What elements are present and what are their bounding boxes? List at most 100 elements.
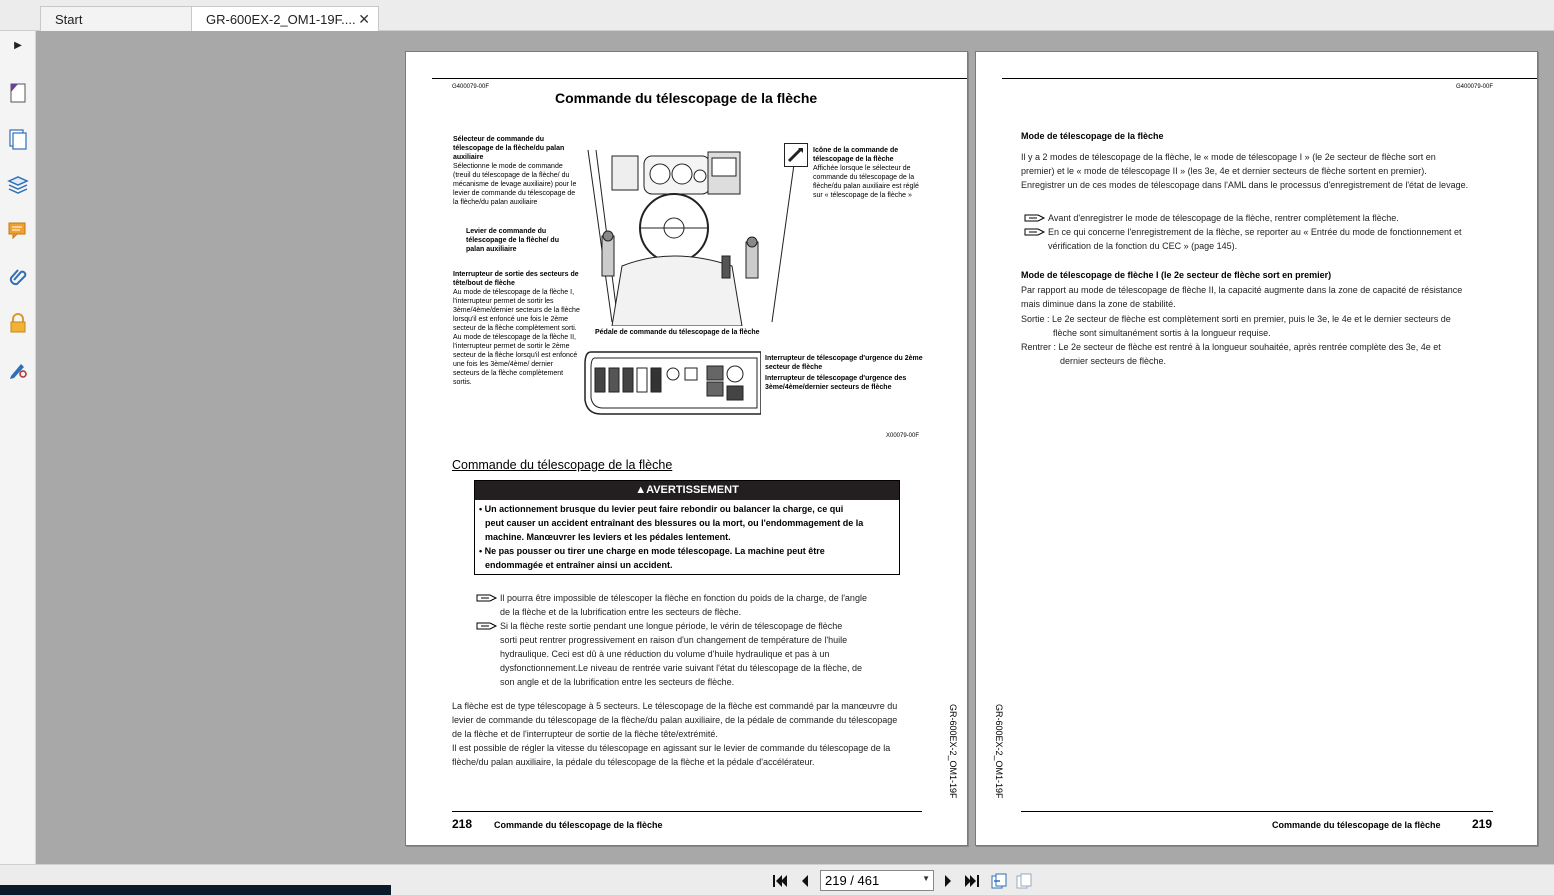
body-line: Il y a 2 modes de télescopage de la flèc… — [1021, 152, 1436, 162]
pointing-hand-icon — [476, 622, 498, 630]
warning-title: AVERTISSEMENT — [646, 484, 739, 496]
warning-line: • Ne pas pousser ou tirer une charge en … — [479, 546, 825, 556]
side-doc-code: GR-600EX-2_OM1-19F — [994, 704, 1004, 799]
body-line: Sortie : Le 2e secteur de flèche est com… — [1021, 314, 1451, 324]
callout-title: Interrupteur de sortie des secteurs de t… — [453, 271, 579, 287]
figure-code: X00079-00F — [886, 433, 920, 439]
body-line: Rentrer : Le 2e secteur de flèche est re… — [1021, 342, 1441, 352]
first-page-button[interactable] — [770, 872, 790, 890]
callout-title: Interrupteur de télescopage d'urgence de… — [765, 375, 907, 391]
callout-title: Pédale de commande du télescopage de la … — [595, 329, 760, 336]
previous-view-icon[interactable] — [989, 872, 1009, 890]
warning-line: • Un actionnement brusque du levier peut… — [479, 504, 844, 514]
body-line: Par rapport au mode de télescopage de fl… — [1021, 285, 1463, 295]
body-line: mais diminue dans la zone de stabilité. — [1021, 299, 1176, 309]
note-line: Avant d'enregistrer le mode de télescopa… — [1024, 211, 1514, 225]
callout-text: Sélectionne le mode de commande (treuil … — [453, 163, 577, 206]
callout-emergency-3: Interrupteur de télescopage d'urgence de… — [765, 374, 925, 392]
sortie-block: Sortie : Le 2e secteur de flèche est com… — [1021, 312, 1531, 340]
body-line: dernier secteurs de flèche. — [1060, 356, 1167, 366]
body-line: de la flèche et de l'interrupteur de sor… — [452, 729, 718, 739]
status-strip — [0, 885, 391, 895]
sign-document-icon[interactable] — [4, 355, 32, 383]
body-text: La flèche est de type télescopage à 5 se… — [452, 699, 932, 769]
callout-title: Interrupteur de télescopage d'urgence du… — [765, 355, 923, 371]
warning-body: • Un actionnement brusque du levier peut… — [475, 500, 899, 572]
notes-block: Il pourra être impossible de télescoper … — [476, 591, 916, 689]
comments-icon[interactable] — [4, 217, 32, 245]
body-line: flèche sont simultanément sortis à la lo… — [1053, 328, 1271, 338]
tab-start[interactable]: Start — [40, 6, 192, 31]
page-number-field[interactable]: 219 / 461 ▼ — [820, 870, 934, 891]
expand-panel-icon[interactable]: ▶ — [4, 31, 32, 59]
attachments-icon[interactable] — [4, 263, 32, 291]
footer-rule — [452, 811, 922, 812]
last-page-button[interactable] — [962, 872, 982, 890]
section-title: Commande du télescopage de la flèche — [452, 458, 673, 472]
warning-header: ▲AVERTISSEMENT — [475, 481, 899, 500]
page-218: G400079-00F Commande du télescopage de l… — [405, 51, 968, 846]
page-thumbnails-icon[interactable] — [4, 79, 32, 107]
page-number: 219 — [1472, 817, 1493, 831]
tab-label: Start — [55, 12, 83, 27]
chevron-down-icon[interactable]: ▼ — [922, 874, 930, 883]
note-line: hydraulique. Ceci est dû à une réduction… — [500, 649, 830, 659]
body-line: flèche/du palan auxiliaire, la pédale du… — [452, 757, 815, 767]
tab-document[interactable]: GR-600EX-2_OM1-19F.... ✕ — [191, 6, 379, 31]
pointing-hand-icon — [1024, 228, 1046, 236]
cab-illustration — [582, 146, 802, 326]
callout-title: Sélecteur de commande du télescopage de … — [453, 136, 565, 161]
pdf-viewer: Start GR-600EX-2_OM1-19F.... ✕ ▶ G400079… — [0, 0, 1554, 895]
next-page-button[interactable] — [938, 872, 958, 890]
body-line: Il est possible de régler la vitesse du … — [452, 743, 891, 753]
note-line: sorti peut rentrer progressivement en ra… — [500, 635, 848, 645]
header-rule — [432, 78, 967, 79]
footer-title: Commande du télescopage de la flèche — [1272, 820, 1441, 830]
note-line: Il pourra être impossible de télescoper … — [476, 591, 916, 605]
page-title: Commande du télescopage de la flèche — [555, 90, 818, 106]
doc-code: G400079-00F — [452, 84, 490, 90]
callout-pedal: Pédale de commande du télescopage de la … — [595, 328, 795, 337]
page-number-value: 219 / 461 — [825, 873, 880, 888]
callout-emergency-2: Interrupteur de télescopage d'urgence du… — [765, 354, 925, 372]
section-heading: Mode de télescopage de flèche I (le 2e s… — [1021, 270, 1332, 280]
sidebar: ▶ — [0, 31, 36, 864]
section-heading: Mode de télescopage de la flèche — [1021, 131, 1164, 141]
warning-icon: ▲ — [635, 484, 647, 496]
previous-page-button[interactable] — [795, 872, 815, 890]
pointing-hand-icon — [1024, 214, 1046, 222]
callout-text: Affichée lorsque le sélecteur de command… — [813, 165, 919, 199]
tab-label: GR-600EX-2_OM1-19F.... — [206, 12, 356, 27]
callout-text: Au mode de télescopage de la flèche I, l… — [453, 289, 580, 386]
paragraph: Il y a 2 modes de télescopage de la flèc… — [1021, 150, 1521, 192]
callout-lever: Levier de commande du télescopage de la … — [466, 227, 566, 254]
body-line: levier de commande du télescopage de la … — [452, 715, 898, 725]
body-line: Enregistrer un de ces modes de télescopa… — [1021, 180, 1469, 190]
page-219: G400079-00F Mode de télescopage de la fl… — [975, 51, 1538, 846]
note-line: Si la flèche reste sortie pendant une lo… — [476, 619, 916, 633]
side-doc-code: GR-600EX-2_OM1-19F — [948, 704, 958, 799]
note-line: de la flèche et de la lubrification entr… — [500, 607, 742, 617]
footer-rule — [1021, 811, 1493, 812]
page-number: 218 — [452, 817, 473, 831]
body-line: premier) et le « mode de télescopage II … — [1021, 166, 1427, 176]
notes-block: Avant d'enregistrer le mode de télescopa… — [1024, 211, 1514, 253]
header-rule — [1002, 78, 1537, 79]
sortie-label: Sortie : — [1021, 314, 1050, 324]
boom-telescope-icon — [784, 143, 808, 167]
document-area[interactable]: G400079-00F Commande du télescopage de l… — [36, 31, 1554, 864]
pointing-hand-icon — [476, 594, 498, 602]
rentrer-label: Rentrer : — [1021, 342, 1057, 352]
pages-icon[interactable] — [4, 125, 32, 153]
note-line: En ce qui concerne l'enregistrement de l… — [1024, 225, 1514, 239]
callout-title: Levier de commande du télescopage de la … — [466, 228, 559, 253]
close-icon[interactable]: ✕ — [358, 11, 370, 28]
note-line: son angle et de la lubrification entre l… — [500, 677, 735, 687]
switch-panel-illustration — [584, 351, 761, 415]
body-line: La flèche est de type télescopage à 5 se… — [452, 701, 898, 711]
layers-icon[interactable] — [4, 171, 32, 199]
next-view-icon[interactable] — [1014, 872, 1034, 890]
warning-line: endommagée et entraîner ainsi un acciden… — [485, 560, 673, 570]
lock-icon[interactable] — [4, 309, 32, 337]
note-line: vérification de la fonction du CEC » (pa… — [1048, 241, 1238, 251]
